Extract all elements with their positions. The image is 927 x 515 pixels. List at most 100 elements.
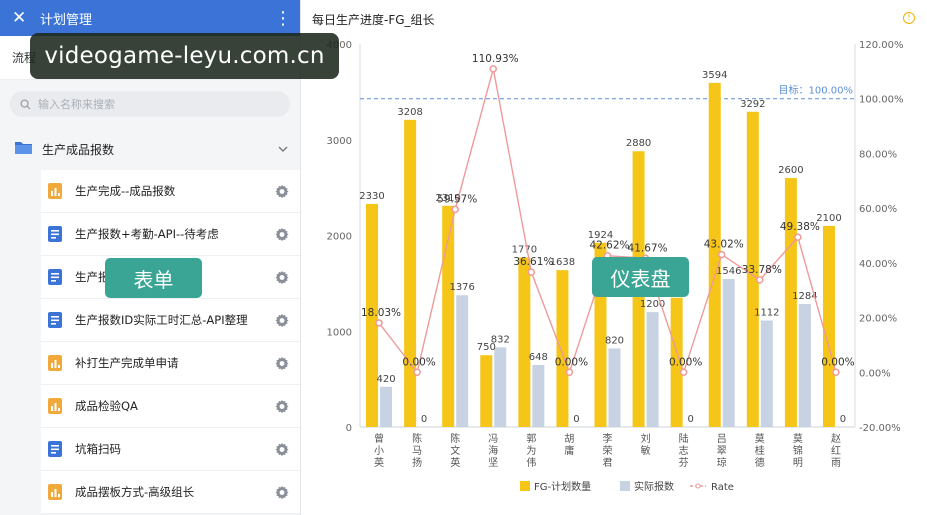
x-tick-label: 曾小英 bbox=[374, 432, 384, 469]
form-tag: 表单 bbox=[105, 258, 202, 298]
chevron-down-icon[interactable] bbox=[278, 142, 288, 156]
x-tick-label: 郭为伟 bbox=[526, 432, 536, 469]
list-item-label: 成品摆板方式-高级组长 bbox=[75, 485, 195, 499]
y-tick-right: 40.00% bbox=[859, 259, 897, 270]
rate-label: 36.61% bbox=[513, 256, 553, 268]
rate-label: 0.00% bbox=[555, 356, 588, 368]
bar-actual bbox=[798, 304, 811, 427]
x-tick-label: 陈文英 bbox=[450, 432, 460, 469]
rate-label: 0.00% bbox=[821, 356, 854, 368]
bar-plan-label: 3594 bbox=[702, 70, 727, 81]
doc-icon bbox=[48, 441, 62, 457]
legend-marker-rate bbox=[695, 483, 701, 489]
bar-actual-label: 420 bbox=[376, 374, 395, 385]
bar-plan bbox=[480, 355, 493, 427]
legend-swatch-actual bbox=[620, 481, 630, 491]
x-tick-label: 赵红雨 bbox=[831, 432, 841, 469]
rate-label: 110.93% bbox=[472, 53, 519, 65]
y-tick-right: 100.00% bbox=[859, 95, 904, 106]
gear-icon[interactable] bbox=[274, 270, 290, 285]
list-item-label: 坑箱扫码 bbox=[75, 442, 121, 456]
search-wrap: 输入名称来搜索 bbox=[0, 80, 300, 128]
bar-plan-label: 3208 bbox=[397, 107, 422, 118]
legend-label-plan: FG-计划数量 bbox=[534, 480, 591, 493]
list-item[interactable]: 生产完成--成品报数 bbox=[41, 170, 300, 213]
bar-plan bbox=[784, 178, 797, 427]
x-tick-label: 陆志芬 bbox=[679, 432, 689, 469]
y-tick-left: 3000 bbox=[327, 136, 352, 147]
watermark-banner: videogame-leyu.com.cn bbox=[30, 33, 339, 79]
search-input[interactable]: 输入名称来搜索 bbox=[10, 91, 290, 117]
close-icon[interactable]: ✕ bbox=[12, 8, 34, 28]
list-item-label: 成品检验QA bbox=[75, 399, 138, 413]
y-tick-right: 120.00% bbox=[859, 40, 904, 51]
x-tick-label: 胡庸 bbox=[564, 432, 574, 457]
list-item[interactable]: 坑箱扫码 bbox=[41, 428, 300, 471]
x-tick-label: 莫锦明 bbox=[793, 433, 803, 469]
rate-point bbox=[527, 268, 536, 276]
rate-label: 41.67% bbox=[628, 242, 668, 254]
bar-actual bbox=[722, 278, 735, 427]
more-vertical-icon[interactable]: ⋮ bbox=[274, 8, 292, 29]
gear-icon[interactable] bbox=[274, 485, 290, 500]
gear-icon[interactable] bbox=[274, 442, 290, 457]
rate-label: 49.38% bbox=[780, 221, 820, 233]
x-tick-label: 莫桂德 bbox=[755, 433, 765, 469]
app-title: 计划管理 bbox=[40, 12, 93, 28]
rate-point bbox=[489, 65, 498, 73]
bar-actual-label: 0 bbox=[573, 414, 579, 425]
gear-icon[interactable] bbox=[274, 227, 290, 242]
rate-label: 18.03% bbox=[361, 307, 401, 319]
bar-actual-label: 1112 bbox=[754, 308, 779, 319]
y-tick-right: -20.00% bbox=[859, 423, 901, 434]
legend-label-actual: 实际报数 bbox=[634, 480, 674, 493]
rate-point bbox=[413, 368, 421, 377]
bar-actual-label: 820 bbox=[605, 335, 624, 346]
list-item[interactable]: 成品摆板方式-高级组长 bbox=[41, 471, 300, 514]
form-icon bbox=[48, 183, 62, 199]
bar-actual-label: 648 bbox=[529, 352, 548, 363]
bar-plan bbox=[556, 270, 569, 427]
y-tick-right: 20.00% bbox=[859, 314, 897, 325]
rate-point bbox=[794, 233, 802, 241]
x-tick-label: 吕翠琼 bbox=[717, 433, 727, 469]
bar-plan-label: 2330 bbox=[359, 191, 384, 202]
bar-plan-label: 2600 bbox=[778, 165, 803, 176]
gear-icon[interactable] bbox=[274, 184, 290, 199]
legend-label-rate: Rate bbox=[711, 482, 734, 493]
list-item-label: 生产完成--成品报数 bbox=[75, 184, 176, 198]
bar-actual-label: 0 bbox=[687, 414, 693, 425]
target-label: 目标：100.00% bbox=[779, 85, 854, 97]
rate-label: 59.57% bbox=[437, 193, 477, 205]
rate-point bbox=[451, 205, 459, 214]
bar-actual-label: 0 bbox=[421, 414, 427, 425]
bar-actual-label: 0 bbox=[840, 414, 846, 425]
rate-label: 43.02% bbox=[704, 239, 744, 251]
list-item[interactable]: 成品检验QA bbox=[41, 385, 300, 428]
dashboard-tag: 仪表盘 bbox=[592, 257, 689, 297]
list-item[interactable]: 生产报数ID实际工时汇总-API整理 bbox=[41, 299, 300, 342]
bar-plan bbox=[822, 225, 835, 427]
top-bar: ✕ 计划管理 ⋮ bbox=[0, 0, 300, 36]
y-tick-left: 0 bbox=[346, 423, 352, 434]
bar-plan-label: 1638 bbox=[550, 257, 575, 268]
bar-plan-label: 1770 bbox=[512, 245, 537, 256]
form-icon bbox=[48, 355, 62, 371]
rate-point bbox=[756, 276, 764, 284]
bar-plan bbox=[404, 119, 417, 428]
bar-plan-label: 2100 bbox=[816, 213, 841, 224]
x-tick-label: 陈马扬 bbox=[412, 432, 422, 469]
gear-icon[interactable] bbox=[274, 356, 290, 371]
y-tick-right: 0.00% bbox=[859, 368, 891, 379]
bar-actual-label: 1376 bbox=[449, 282, 474, 293]
item-list: 生产完成--成品报数 生产报数+考勤-API--待考虑 生产报 生产报数ID实际工时汇… bbox=[0, 170, 300, 514]
bar-plan-label: 2880 bbox=[626, 138, 651, 149]
list-item[interactable]: 补打生产完成单申请 bbox=[41, 342, 300, 385]
gear-icon[interactable] bbox=[274, 313, 290, 328]
list-item[interactable]: 生产报数+考勤-API--待考虑 bbox=[41, 213, 300, 256]
form-icon bbox=[48, 484, 62, 500]
rate-label: 33.78% bbox=[742, 264, 782, 276]
group-header[interactable]: 生产成品报数 bbox=[0, 128, 300, 170]
gear-icon[interactable] bbox=[274, 399, 290, 414]
rate-point bbox=[832, 368, 840, 377]
